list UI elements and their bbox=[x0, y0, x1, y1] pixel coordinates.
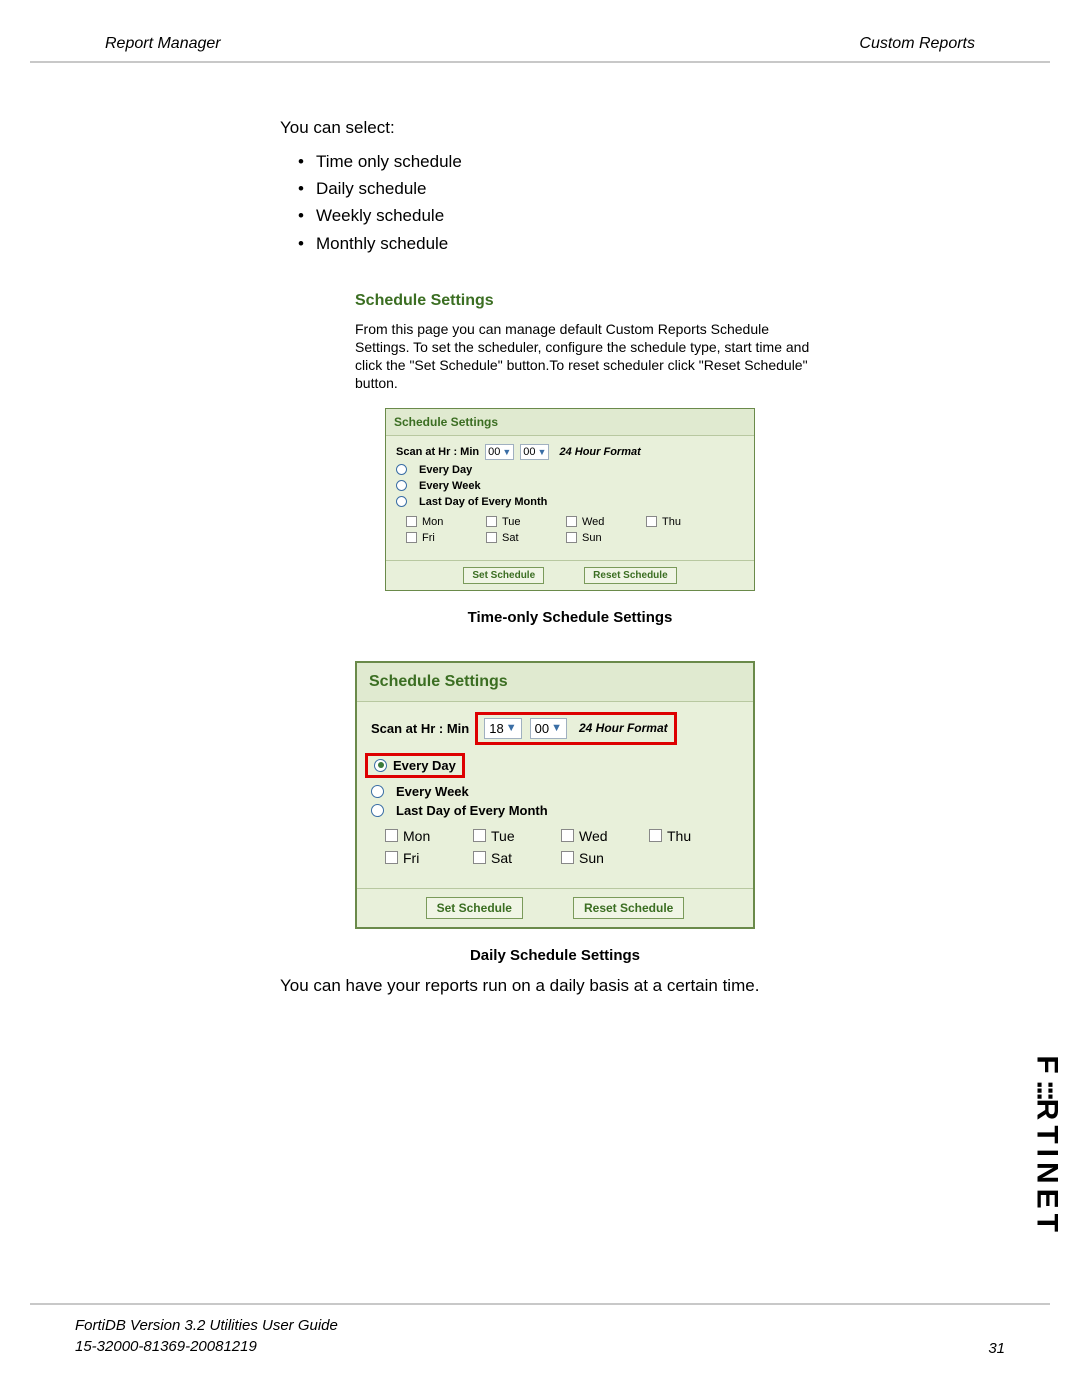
checkbox-tue[interactable] bbox=[486, 516, 497, 527]
day-label: Fri bbox=[422, 532, 435, 544]
minute-select[interactable]: 00▼ bbox=[530, 718, 567, 739]
schedule-panel-small: Schedule Settings Scan at Hr : Min 00▼ 0… bbox=[385, 408, 755, 591]
list-item: Time only schedule bbox=[298, 148, 1000, 175]
radio-every-day[interactable] bbox=[396, 464, 407, 475]
checkbox-thu[interactable] bbox=[646, 516, 657, 527]
list-item: Daily schedule bbox=[298, 175, 1000, 202]
checkbox-fri[interactable] bbox=[385, 851, 398, 864]
caption-daily: Daily Schedule Settings bbox=[355, 947, 755, 964]
days-row: Mon Tue Wed Thu Fri Sat Sun bbox=[371, 822, 739, 880]
radio-every-week[interactable] bbox=[371, 785, 384, 798]
footer-docid: 15-32000-81369-20081219 bbox=[75, 1336, 338, 1357]
day-label: Sat bbox=[502, 532, 519, 544]
format-label: 24 Hour Format bbox=[579, 721, 668, 735]
day-label: Thu bbox=[667, 828, 691, 844]
checkbox-mon[interactable] bbox=[385, 829, 398, 842]
set-schedule-button[interactable]: Set Schedule bbox=[463, 567, 544, 584]
highlight-scan-box: 18▼ 00▼ 24 Hour Format bbox=[475, 712, 676, 745]
header-right: Custom Reports bbox=[859, 35, 975, 53]
checkbox-fri[interactable] bbox=[406, 532, 417, 543]
logo-colons-icon: ::: bbox=[1031, 1080, 1064, 1098]
last-day-label: Last Day of Every Month bbox=[419, 496, 547, 508]
day-label: Mon bbox=[422, 516, 443, 528]
every-week-label: Every Week bbox=[419, 480, 481, 492]
minute-select[interactable]: 00▼ bbox=[520, 444, 549, 460]
highlight-every-day-box: Every Day bbox=[365, 753, 465, 778]
radio-every-week[interactable] bbox=[396, 480, 407, 491]
list-item: Weekly schedule bbox=[298, 202, 1000, 229]
set-schedule-button[interactable]: Set Schedule bbox=[426, 897, 523, 919]
chevron-down-icon: ▼ bbox=[551, 722, 562, 734]
every-day-label: Every Day bbox=[419, 464, 472, 476]
last-day-label: Last Day of Every Month bbox=[396, 803, 548, 818]
panel-header: Schedule Settings bbox=[386, 409, 754, 436]
day-label: Sun bbox=[579, 850, 604, 866]
checkbox-sat[interactable] bbox=[473, 851, 486, 864]
panel-header: Schedule Settings bbox=[357, 663, 753, 702]
section-title: Schedule Settings bbox=[355, 292, 1000, 310]
day-label: Mon bbox=[403, 828, 430, 844]
intro-text: You can select: bbox=[280, 118, 1000, 138]
list-item: Monthly schedule bbox=[298, 230, 1000, 257]
day-label: Tue bbox=[502, 516, 521, 528]
footer-title: FortiDB Version 3.2 Utilities User Guide bbox=[75, 1315, 338, 1336]
body-text: You can have your reports run on a daily… bbox=[280, 976, 1000, 996]
chevron-down-icon: ▼ bbox=[538, 447, 547, 457]
checkbox-mon[interactable] bbox=[406, 516, 417, 527]
reset-schedule-button[interactable]: Reset Schedule bbox=[584, 567, 676, 584]
day-label: Fri bbox=[403, 850, 419, 866]
day-label: Thu bbox=[662, 516, 681, 528]
checkbox-wed[interactable] bbox=[566, 516, 577, 527]
day-label: Wed bbox=[582, 516, 604, 528]
caption-time-only: Time-only Schedule Settings bbox=[370, 609, 770, 626]
header-left: Report Manager bbox=[105, 35, 221, 53]
day-label: Sat bbox=[491, 850, 512, 866]
reset-schedule-button[interactable]: Reset Schedule bbox=[573, 897, 684, 919]
day-label: Wed bbox=[579, 828, 608, 844]
schedule-panel-large: Schedule Settings Scan at Hr : Min 18▼ 0… bbox=[355, 661, 755, 929]
scan-at-label: Scan at Hr : Min bbox=[371, 721, 469, 736]
every-week-label: Every Week bbox=[396, 784, 469, 799]
radio-every-day[interactable] bbox=[374, 759, 387, 772]
day-label: Sun bbox=[582, 532, 602, 544]
day-label: Tue bbox=[491, 828, 515, 844]
checkbox-sun[interactable] bbox=[566, 532, 577, 543]
checkbox-wed[interactable] bbox=[561, 829, 574, 842]
checkbox-sat[interactable] bbox=[486, 532, 497, 543]
every-day-label: Every Day bbox=[393, 758, 456, 773]
fortinet-logo: F:::RTINET bbox=[1030, 1055, 1064, 1237]
checkbox-tue[interactable] bbox=[473, 829, 486, 842]
scan-at-label: Scan at Hr : Min bbox=[396, 446, 479, 458]
hour-select[interactable]: 18▼ bbox=[484, 718, 521, 739]
page-number: 31 bbox=[988, 1340, 1005, 1357]
schedule-type-list: Time only schedule Daily schedule Weekly… bbox=[280, 148, 1000, 257]
radio-last-day[interactable] bbox=[396, 496, 407, 507]
chevron-down-icon: ▼ bbox=[506, 722, 517, 734]
format-label: 24 Hour Format bbox=[559, 446, 640, 458]
checkbox-sun[interactable] bbox=[561, 851, 574, 864]
days-row: Mon Tue Wed Thu Fri Sat Sun bbox=[396, 512, 744, 554]
radio-last-day[interactable] bbox=[371, 804, 384, 817]
checkbox-thu[interactable] bbox=[649, 829, 662, 842]
hour-select[interactable]: 00▼ bbox=[485, 444, 514, 460]
chevron-down-icon: ▼ bbox=[502, 447, 511, 457]
section-description: From this page you can manage default Cu… bbox=[355, 320, 815, 393]
